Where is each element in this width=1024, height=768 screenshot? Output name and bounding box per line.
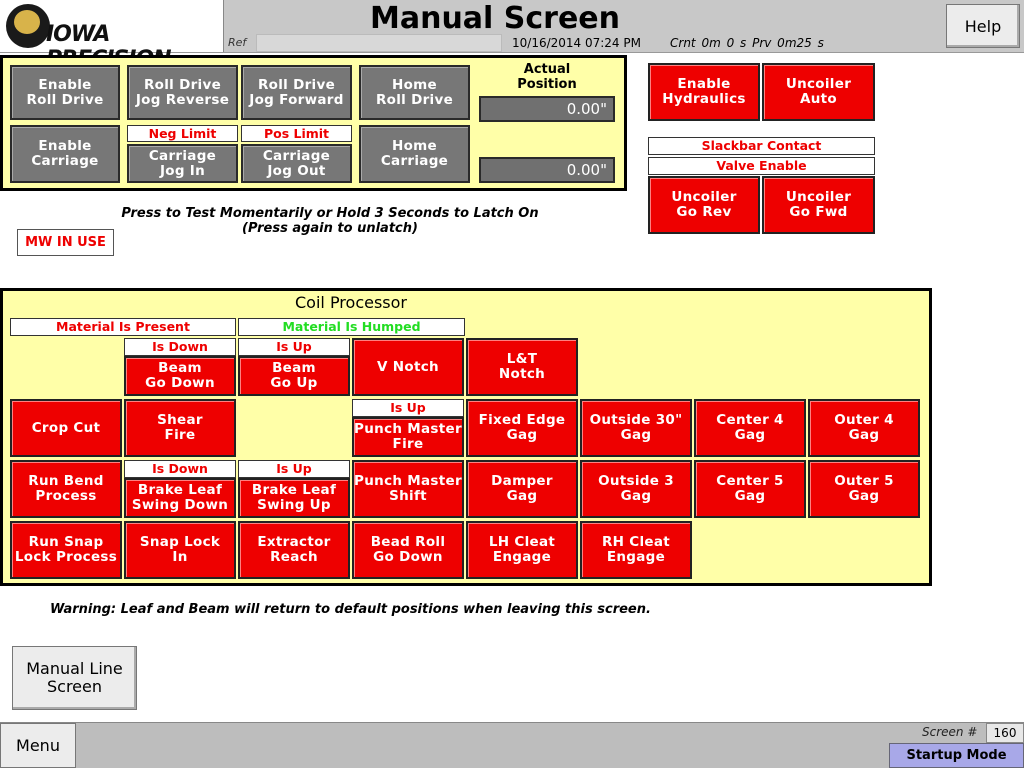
uncoiler-go-fwd-button[interactable]: Uncoiler Go Fwd [762,176,875,234]
datetime-display: 10/16/2014 07:24 PM [512,36,641,50]
actual-position-label: Actual Position [517,62,577,92]
roll-drive-jog-reverse-button[interactable]: Roll Drive Jog Reverse [127,65,238,120]
neg-limit-indicator: Neg Limit [127,125,238,142]
page-title: Manual Screen [369,1,621,36]
shear-fire-button[interactable]: Shear Fire [124,399,236,457]
brake-leaf-swing-down-button[interactable]: Brake Leaf Swing Down [124,478,236,518]
outside-30-gag-button[interactable]: Outside 30" Gag [580,399,692,457]
center-5-gag-button[interactable]: Center 5 Gag [694,460,806,518]
leaf-is-up-indicator: Is Up [238,460,350,478]
screen-number-value: 160 [986,723,1024,743]
material-present-indicator: Material Is Present [10,318,236,336]
outer-4-gag-button[interactable]: Outer 4 Gag [808,399,920,457]
press-to-test-note: Press to Test Momentarily or Hold 3 Seco… [121,206,539,236]
beam-is-down-indicator: Is Down [124,338,236,356]
carriage-jog-in-button[interactable]: Carriage Jog In [127,144,238,183]
roll-drive-jog-forward-button[interactable]: Roll Drive Jog Forward [241,65,352,120]
fixed-edge-gag-button[interactable]: Fixed Edge Gag [466,399,578,457]
enable-hydraulics-button[interactable]: Enable Hydraulics [648,63,760,121]
actual-position-carriage: 0.00" [479,157,615,183]
leaf-is-down-indicator: Is Down [124,460,236,478]
help-button[interactable]: Help [946,4,1020,48]
crop-cut-button[interactable]: Crop Cut [10,399,122,457]
valve-enable-indicator: Valve Enable [648,157,875,175]
lt-notch-button[interactable]: L&T Notch [466,338,578,396]
menu-button[interactable]: Menu [0,723,76,768]
company-logo: IOWA PRECISION [0,0,224,72]
material-humped-indicator: Material Is Humped [238,318,465,336]
snap-lock-in-button[interactable]: Snap Lock In [124,521,236,579]
manual-line-screen-button[interactable]: Manual Line Screen [12,646,137,710]
damper-gag-button[interactable]: Damper Gag [466,460,578,518]
carriage-jog-out-button[interactable]: Carriage Jog Out [241,144,352,183]
run-bend-process-button[interactable]: Run Bend Process [10,460,122,518]
uncoiler-go-rev-button[interactable]: Uncoiler Go Rev [648,176,760,234]
v-notch-button[interactable]: V Notch [352,338,464,396]
run-snap-lock-process-button[interactable]: Run Snap Lock Process [10,521,122,579]
globe-land [14,10,40,34]
pos-limit-indicator: Pos Limit [241,125,352,142]
home-roll-drive-button[interactable]: Home Roll Drive [359,65,470,120]
rh-cleat-engage-button[interactable]: RH Cleat Engage [580,521,692,579]
cycle-timers: Crnt 0m 0 s Prv 0m25 s [670,36,824,50]
beam-go-down-button[interactable]: Beam Go Down [124,356,236,396]
ref-label: Ref [228,36,247,49]
globe-icon [6,4,50,48]
ref-field[interactable] [256,34,502,52]
outer-5-gag-button[interactable]: Outer 5 Gag [808,460,920,518]
footer-bar [0,722,1024,768]
beam-is-up-indicator: Is Up [238,338,350,356]
actual-position-roll: 0.00" [479,96,615,122]
center-4-gag-button[interactable]: Center 4 Gag [694,399,806,457]
beam-go-up-button[interactable]: Beam Go Up [238,356,350,396]
coil-processor-title: Coil Processor [295,293,407,312]
bead-roll-go-down-button[interactable]: Bead Roll Go Down [352,521,464,579]
warning-note: Warning: Leaf and Beam will return to de… [50,602,651,617]
slackbar-contact-indicator: Slackbar Contact [648,137,875,155]
screen-number-label: Screen # [922,725,978,739]
enable-roll-drive-button[interactable]: Enable Roll Drive [10,65,120,120]
outside-3-gag-button[interactable]: Outside 3 Gag [580,460,692,518]
punch-master-fire-button[interactable]: Punch Master Fire [352,417,464,457]
uncoiler-auto-button[interactable]: Uncoiler Auto [762,63,875,121]
punch-is-up-indicator: Is Up [352,399,464,417]
enable-carriage-button[interactable]: Enable Carriage [10,125,120,183]
punch-master-shift-button[interactable]: Punch Master Shift [352,460,464,518]
lh-cleat-engage-button[interactable]: LH Cleat Engage [466,521,578,579]
mw-in-use-indicator: MW IN USE [17,229,114,256]
home-carriage-button[interactable]: Home Carriage [359,125,470,183]
extractor-reach-button[interactable]: Extractor Reach [238,521,350,579]
mode-indicator: Startup Mode [889,743,1024,768]
brake-leaf-swing-up-button[interactable]: Brake Leaf Swing Up [238,478,350,518]
